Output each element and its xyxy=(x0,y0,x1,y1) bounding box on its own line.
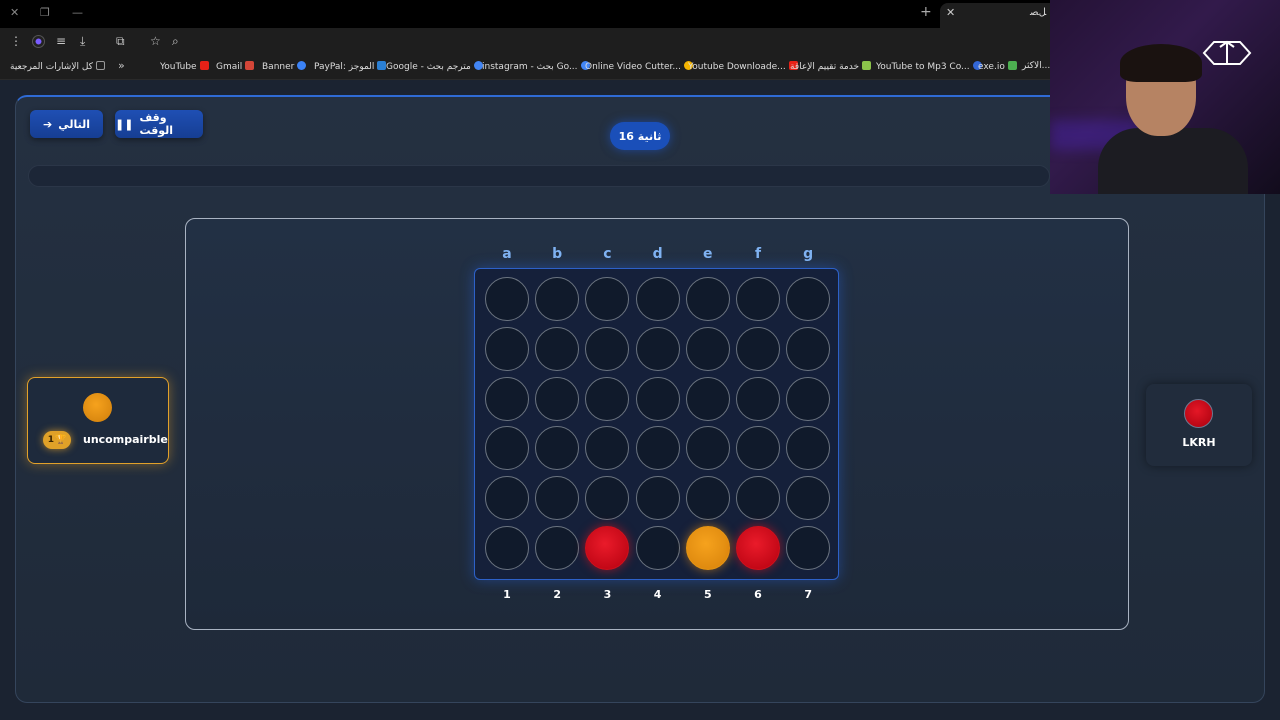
board-cell[interactable] xyxy=(485,277,529,321)
board-cell[interactable] xyxy=(786,526,831,570)
minimize-window-icon[interactable]: — xyxy=(72,6,83,19)
board-cell[interactable] xyxy=(535,326,580,371)
board-cell[interactable] xyxy=(635,326,680,371)
column-letter-a: a xyxy=(502,246,512,262)
board-cell[interactable] xyxy=(535,277,580,321)
pause-icon: ❚❚ xyxy=(115,117,134,131)
board-cell[interactable] xyxy=(635,526,680,570)
bookmark-all-bookmarks[interactable]: كل الإشارات المرجعية xyxy=(10,61,105,72)
media-controls-icon[interactable]: ≡ xyxy=(56,34,66,48)
board-cell[interactable] xyxy=(685,426,730,471)
folder-icon xyxy=(95,61,105,70)
board-cell[interactable] xyxy=(786,376,831,421)
board-cell[interactable] xyxy=(635,277,680,321)
more-bookmarks-icon[interactable]: » xyxy=(118,59,125,73)
streamer-logo-icon xyxy=(1202,40,1252,65)
board-cell[interactable] xyxy=(786,326,831,371)
tab-close-icon[interactable]: ✕ xyxy=(946,6,955,19)
column-letter-f: f xyxy=(754,246,762,262)
board-cell[interactable] xyxy=(585,326,630,371)
board-cell-red-disc[interactable] xyxy=(736,526,780,570)
board-cell[interactable] xyxy=(685,277,730,321)
timer-progress-track xyxy=(28,165,1050,187)
column-letter-e: e xyxy=(703,246,713,262)
column-letter-b: b xyxy=(552,246,563,262)
bookmark-exe-io[interactable]: exe.io xyxy=(978,61,1017,72)
bookmark-star-icon[interactable]: ☆ xyxy=(150,34,161,48)
board-cell[interactable] xyxy=(485,526,529,570)
board-cell-orange-disc[interactable] xyxy=(685,526,730,570)
bookmark-disability-service[interactable]: خدمة تقييم الإعاقة xyxy=(790,61,872,72)
bookmark-youtube-downloader[interactable]: Youtube Downloade... xyxy=(688,61,798,72)
profile-avatar-icon[interactable] xyxy=(32,35,45,48)
board-cell[interactable] xyxy=(736,277,780,321)
board-cell[interactable] xyxy=(736,476,780,521)
bookmark-gmail[interactable]: Gmail xyxy=(216,61,255,72)
player-right-disc xyxy=(1184,399,1213,428)
player-left-name: uncompairble xyxy=(83,433,168,446)
webcam-overlay xyxy=(1050,0,1280,194)
board-cell[interactable] xyxy=(786,277,831,321)
player-left-score: 1 xyxy=(47,435,55,445)
trophy-icon: 🏆 xyxy=(55,435,67,445)
streamer-hair xyxy=(1120,44,1202,82)
pause-label: وقف الوقت xyxy=(139,111,174,137)
bookmark-most-visited[interactable]: الاكثر... xyxy=(1022,61,1050,71)
board-cell[interactable] xyxy=(485,476,529,521)
close-window-icon[interactable]: ✕ xyxy=(10,6,19,19)
menu-dots-icon[interactable]: ⋮ xyxy=(10,34,22,48)
column-number-3: 3 xyxy=(603,588,612,601)
tab-title: ﻞﺼ xyxy=(1030,7,1047,18)
board-cell[interactable] xyxy=(685,476,730,521)
board-cell[interactable] xyxy=(485,376,529,421)
board-cell[interactable] xyxy=(736,376,780,421)
bookmark-google-translate[interactable]: Google - مترجم بحث xyxy=(386,61,483,72)
board-cell[interactable] xyxy=(585,376,630,421)
next-button[interactable]: ➔ التالي xyxy=(30,110,103,138)
player-right-name: LKRH xyxy=(1182,436,1216,449)
column-letter-g: g xyxy=(803,246,814,262)
board-cell[interactable] xyxy=(685,376,730,421)
board-cell[interactable] xyxy=(635,476,680,521)
column-letter-d: d xyxy=(652,246,663,262)
board-cell[interactable] xyxy=(485,326,529,371)
column-letter-c: c xyxy=(603,246,612,262)
column-number-2: 2 xyxy=(553,588,562,601)
board-cell[interactable] xyxy=(635,376,680,421)
timer-badge: 16 ثانية xyxy=(610,122,670,150)
column-number-1: 1 xyxy=(503,588,511,601)
bookmark-youtube[interactable]: YouTube xyxy=(160,61,209,72)
column-number-7: 7 xyxy=(804,588,813,601)
player-left-score-badge: 1 🏆 xyxy=(43,431,71,449)
bookmark-paypal[interactable]: PayPal: الموجز xyxy=(314,61,387,72)
board-cell[interactable] xyxy=(685,326,730,371)
column-number-4: 4 xyxy=(653,588,662,601)
board-cell[interactable] xyxy=(736,326,780,371)
board-cell[interactable] xyxy=(535,376,580,421)
bookmark-banner[interactable]: Banner xyxy=(262,61,307,72)
column-number-6: 6 xyxy=(754,588,762,601)
column-number-5: 5 xyxy=(703,588,712,601)
board-cell[interactable] xyxy=(535,526,580,570)
pause-timer-button[interactable]: ❚❚ وقف الوقت xyxy=(115,110,203,138)
bookmark-youtube-mp3[interactable]: YouTube to Mp3 Co... xyxy=(876,61,982,72)
arrow-right-icon: ➔ xyxy=(43,117,53,131)
zoom-icon[interactable]: ⌕ xyxy=(172,34,179,48)
streamer-body xyxy=(1098,128,1248,194)
player-left-disc xyxy=(83,393,112,422)
extensions-icon[interactable]: ⧉ xyxy=(116,34,125,48)
bookmark-video-cutter[interactable]: Online Video Cutter... xyxy=(585,61,694,72)
new-tab-icon[interactable]: + xyxy=(920,4,932,20)
bookmark-instagram-search[interactable]: instagram - بحث Go... xyxy=(482,61,590,72)
downloads-icon[interactable]: ⤓ xyxy=(80,34,85,48)
restore-window-icon[interactable]: ❐ xyxy=(40,6,50,19)
board-cell[interactable] xyxy=(635,426,680,471)
next-label: التالي xyxy=(58,117,90,131)
